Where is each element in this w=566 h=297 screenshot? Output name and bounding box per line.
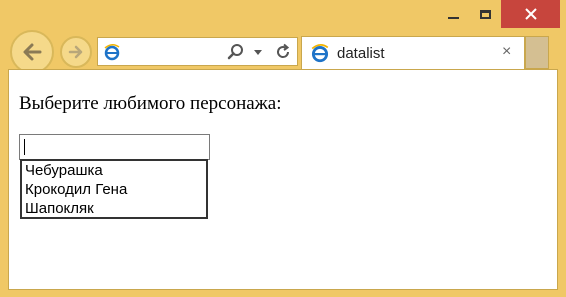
close-tab-icon[interactable]: × (502, 43, 511, 61)
datalist-suggestions: Чебурашка Крокодил Гена Шапокляк (20, 159, 208, 219)
internet-explorer-icon (311, 44, 329, 63)
refresh-icon[interactable] (274, 43, 292, 61)
tab-datalist[interactable]: datalist × (301, 36, 525, 69)
address-bar[interactable] (97, 37, 298, 66)
text-caret (24, 139, 25, 155)
character-input[interactable] (19, 134, 210, 160)
forward-button[interactable] (60, 36, 92, 68)
internet-explorer-icon (104, 44, 120, 61)
suggestion-option[interactable]: Шапокляк (22, 199, 206, 218)
tab-title: datalist (337, 45, 385, 62)
close-icon (524, 8, 537, 20)
maximize-button[interactable] (469, 0, 501, 28)
field-prompt: Выберите любимого персонажа: (19, 93, 282, 114)
forward-arrow-icon (68, 45, 83, 59)
close-window-button[interactable] (501, 0, 560, 28)
page-content: Выберите любимого персонажа: Чебурашка К… (8, 69, 558, 290)
minimize-button[interactable] (437, 0, 469, 28)
suggestion-option[interactable]: Чебурашка (22, 161, 206, 180)
back-button[interactable] (10, 30, 54, 74)
browser-window: datalist × Выберите любимого персонажа: … (0, 0, 566, 297)
back-arrow-icon (23, 43, 42, 61)
minimize-icon (447, 17, 459, 19)
title-bar (0, 0, 566, 30)
new-tab-button[interactable] (525, 36, 549, 69)
maximize-icon (479, 9, 491, 19)
chevron-down-icon[interactable] (254, 50, 262, 55)
suggestion-option[interactable]: Крокодил Гена (22, 180, 206, 199)
search-icon[interactable] (227, 43, 245, 61)
